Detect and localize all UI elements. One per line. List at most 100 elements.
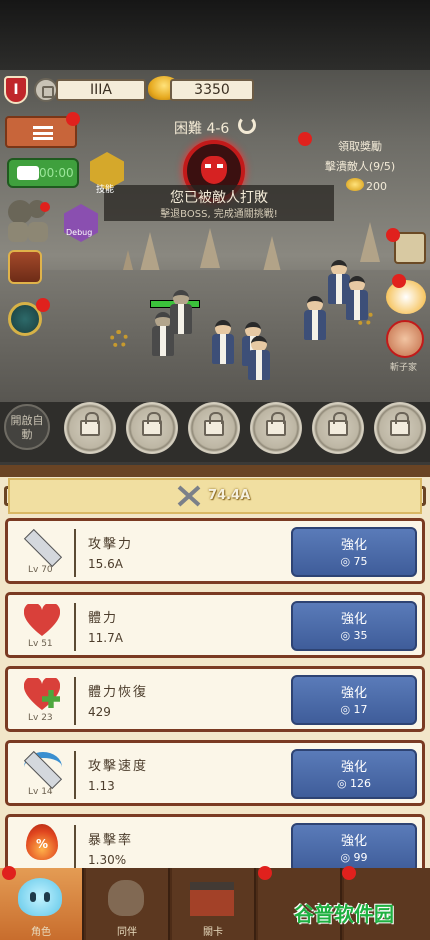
upgrade-card-crit: % 暴擊率 1.30% 強化 ◎ 99 (5, 814, 425, 874)
notification-dot (40, 202, 50, 212)
ally-swordsman (344, 276, 370, 322)
quest-title: 領取獎勵 (338, 140, 382, 153)
upgrade-card-regen: Lv 23 體力恢復 429 強化 ◎ 17 (5, 666, 425, 732)
notification-dot (342, 866, 356, 880)
upgrade-level: Lv 51 (28, 639, 53, 649)
upgrade-button-label: 強化 (340, 538, 367, 553)
total-attack-value: 74.4A (208, 488, 251, 503)
rank-value: IIIA (56, 79, 146, 101)
upgrade-cost: ◎ 99 (340, 851, 368, 864)
tab-label: 關卡 (203, 927, 223, 938)
tab-label: 同伴 (117, 927, 137, 938)
upgrade-button[interactable]: 強化 ◎ 17 (291, 675, 417, 725)
upgrade-button[interactable]: 強化 ◎ 99 (291, 823, 417, 873)
silver-coin-icon (34, 78, 58, 102)
upgrade-button-label: 強化 (340, 760, 367, 775)
upgrade-name: 攻擊力 (88, 537, 134, 552)
panel-top-border (0, 465, 430, 477)
lock-icon (142, 412, 162, 436)
quest-reward-amount: 200 (366, 180, 387, 193)
locked-skill-slot[interactable] (250, 402, 302, 454)
locked-skill-slot[interactable] (374, 402, 426, 454)
ally-swordsman (302, 296, 328, 342)
character-face-label: 斬子家 (390, 363, 418, 373)
rock-spike (360, 222, 380, 262)
speed-button[interactable]: 00:00 (7, 158, 79, 188)
upgrade-button-label: 強化 (340, 834, 367, 849)
upgrade-name: 攻擊速度 (88, 759, 149, 774)
list-icon (33, 126, 53, 140)
lock-icon (328, 412, 348, 436)
quest-task: 擊潰敵人(9/5) (324, 160, 396, 173)
gift-icon[interactable] (386, 280, 426, 314)
locked-skill-slot[interactable] (312, 402, 364, 454)
notification-dot (66, 112, 80, 126)
gear-icon (110, 330, 128, 348)
tab-label: 角色 (31, 927, 51, 938)
upgrade-button-label: 強化 (340, 612, 367, 627)
upgrade-value: 429 (88, 705, 111, 719)
notification-dot (36, 298, 50, 312)
gate-icon (190, 882, 234, 916)
gold-amount: 3350 (170, 79, 254, 101)
demon-mask-icon (201, 156, 227, 184)
upgrade-level: Lv 23 (28, 713, 53, 723)
upgrade-cost: ◎ 17 (340, 703, 368, 716)
upgrade-name: 體力恢復 (88, 685, 149, 700)
ally-swordsman (210, 320, 236, 366)
upgrade-level: Lv 14 (28, 787, 53, 797)
rank-badge-icon[interactable]: I (4, 76, 28, 104)
upgrade-button[interactable]: 強化 ◎ 75 (291, 527, 417, 577)
slime-icon (18, 878, 62, 916)
gold-ingot-icon (346, 178, 364, 191)
rock-spike (140, 232, 160, 272)
locked-skill-slot[interactable] (126, 402, 178, 454)
upgrade-button[interactable]: 強化 ◎ 35 (291, 601, 417, 651)
ally-swordsman (246, 336, 272, 382)
fast-forward-icon (17, 166, 39, 180)
notification-dot (392, 274, 406, 288)
sword-icon[interactable] (28, 222, 48, 242)
treasure-chest-icon[interactable] (8, 250, 42, 284)
enemy-character (168, 290, 194, 336)
upgrade-value: 11.7A (88, 631, 123, 645)
character-face-icon[interactable] (386, 320, 424, 358)
upgrade-cost: ◎ 75 (340, 555, 368, 568)
lock-icon (80, 412, 100, 436)
cat-icon (108, 880, 144, 916)
stage-label: 困難 4-6 (174, 121, 230, 137)
rock-spike (200, 228, 220, 268)
upgrade-name: 體力 (88, 611, 119, 626)
locked-skill-slot[interactable] (64, 402, 116, 454)
upgrade-value: 15.6A (88, 557, 123, 571)
upgrade-value: 1.30% (88, 853, 127, 867)
quest-reward-panel[interactable]: 領取獎勵 擊潰敵人(9/5) 200 (296, 132, 424, 198)
upgrade-name: 暴擊率 (88, 833, 134, 848)
refresh-icon[interactable] (238, 116, 256, 134)
skill-label: 技能 (96, 185, 115, 195)
lock-icon (204, 412, 224, 436)
notification-dot (386, 228, 400, 242)
notification-dot (258, 866, 272, 880)
total-attack-header: 74.4A (8, 478, 422, 514)
upgrade-button-label: 強化 (340, 686, 367, 701)
upgrade-cost: ◎ 126 (336, 777, 372, 790)
upgrade-card-health: Lv 51 體力 11.7A 強化 ◎ 35 (5, 592, 425, 658)
speed-label: 00:00 (39, 166, 74, 180)
locked-skill-slot[interactable] (188, 402, 240, 454)
upgrade-card-attack-speed: Lv 14 攻擊速度 1.13 強化 ◎ 126 (5, 740, 425, 806)
upgrade-card-attack: Lv 70 攻擊力 15.6A 強化 ◎ 75 (5, 518, 425, 584)
cave-ceiling (0, 0, 430, 70)
auto-toggle-button[interactable]: 開啟自動 (4, 404, 50, 450)
upgrade-button[interactable]: 強化 ◎ 126 (291, 749, 417, 799)
watermark-logo: 谷普软件园 (294, 902, 394, 926)
upgrade-level: Lv 70 (28, 565, 53, 575)
crossed-swords-icon (177, 485, 201, 507)
scroll-icon[interactable] (8, 222, 28, 242)
upgrade-cost: ◎ 35 (340, 629, 368, 642)
debug-label: Debug (66, 228, 93, 237)
lock-icon (390, 412, 410, 436)
notification-dot (298, 132, 312, 146)
notification-dot (2, 866, 16, 880)
upgrade-value: 1.13 (88, 779, 115, 793)
